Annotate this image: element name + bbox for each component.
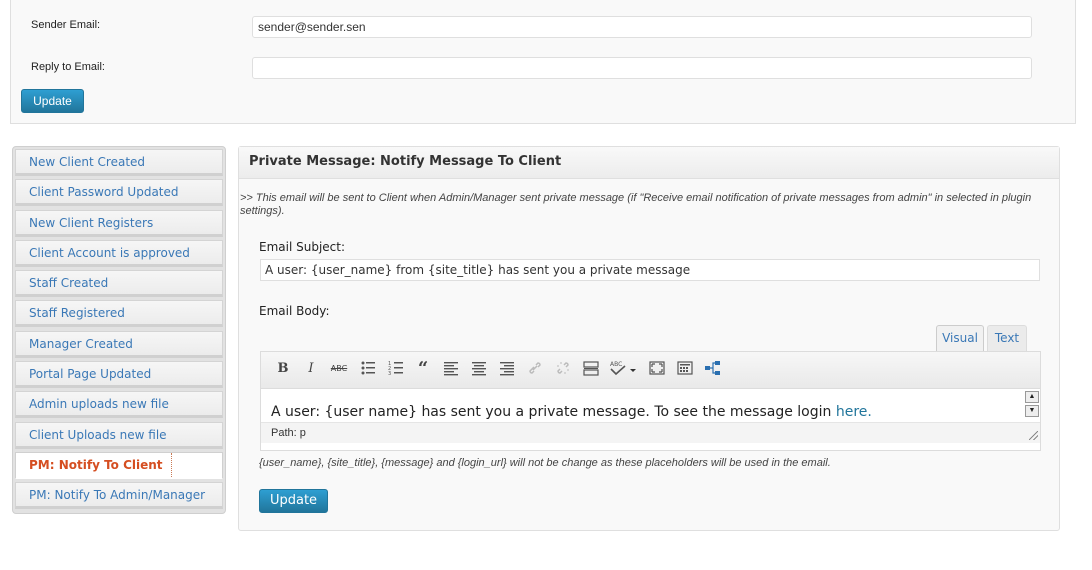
- sidebar-item-new-client-registers[interactable]: New Client Registers: [15, 209, 223, 237]
- notification-sidebar: New Client Created Client Password Updat…: [12, 146, 226, 514]
- spellcheck-icon[interactable]: ABC: [609, 360, 637, 378]
- numbered-list-icon[interactable]: 123: [386, 360, 406, 378]
- svg-text:ABC: ABC: [610, 361, 622, 368]
- reply-to-email-field[interactable]: [252, 57, 1032, 79]
- element-path: Path: p: [271, 427, 306, 439]
- focus-outline: [171, 452, 172, 478]
- sidebar-item-pm-notify-to-client[interactable]: PM: Notify To Client: [15, 451, 223, 479]
- fullscreen-icon[interactable]: [647, 360, 667, 378]
- align-right-icon[interactable]: [497, 360, 517, 378]
- align-center-icon[interactable]: [469, 360, 489, 378]
- login-link[interactable]: here.: [836, 404, 872, 420]
- strikethrough-icon[interactable]: ABC: [329, 360, 349, 378]
- sidebar-item-portal-page-updated[interactable]: Portal Page Updated: [15, 361, 223, 389]
- editor-content[interactable]: A user: {user name} has sent you a priva…: [261, 389, 1021, 422]
- sidebar-item-client-password-updated[interactable]: Client Password Updated: [15, 179, 223, 207]
- unlink-icon[interactable]: [553, 360, 573, 378]
- svg-text:3: 3: [388, 371, 391, 376]
- sidebar-item-manager-created[interactable]: Manager Created: [15, 330, 223, 358]
- panel-title: Private Message: Notify Message To Clien…: [239, 147, 1059, 179]
- settings-update-button[interactable]: Update: [21, 89, 84, 113]
- sidebar-item-label: PM: Notify To Client: [29, 457, 163, 472]
- resize-handle[interactable]: [1029, 431, 1038, 440]
- sidebar-item-client-uploads-new-file[interactable]: Client Uploads new file: [15, 421, 223, 449]
- toolbar-toggle-icon[interactable]: [675, 360, 695, 378]
- bullet-list-icon[interactable]: [358, 360, 378, 378]
- scroll-up-button[interactable]: ▲: [1025, 391, 1039, 403]
- italic-icon[interactable]: I: [301, 360, 321, 378]
- sidebar-item-new-client-created[interactable]: New Client Created: [15, 149, 223, 176]
- panel-description: >> This email will be sent to Client whe…: [240, 192, 1032, 217]
- align-left-icon[interactable]: [441, 360, 461, 378]
- template-update-button[interactable]: Update: [259, 489, 328, 513]
- sidebar-item-client-account-approved[interactable]: Client Account is approved: [15, 239, 223, 267]
- sidebar-item-staff-created[interactable]: Staff Created: [15, 270, 223, 298]
- editor-toolbar: B I ABC 123 “ ABC: [261, 352, 1040, 389]
- editor-path-bar: Path: p: [261, 422, 1040, 443]
- email-subject-field[interactable]: [260, 259, 1040, 281]
- email-settings-panel: Sender Email: Reply to Email: Update: [10, 0, 1076, 124]
- email-body-editor: B I ABC 123 “ ABC A user: {user name} ha…: [260, 351, 1041, 451]
- body-text: A user: {user name} has sent you a priva…: [271, 404, 836, 420]
- email-body-label: Email Body:: [259, 304, 330, 318]
- blockquote-icon[interactable]: “: [413, 360, 433, 378]
- tab-text[interactable]: Text: [987, 325, 1027, 351]
- link-icon[interactable]: [525, 360, 545, 378]
- bold-icon[interactable]: B: [273, 360, 293, 378]
- insert-more-icon[interactable]: [581, 360, 601, 378]
- placeholder-note: {user_name}, {site_title}, {message} and…: [259, 457, 831, 469]
- placeholder-tree-icon[interactable]: [703, 360, 723, 378]
- template-editor-panel: Private Message: Notify Message To Clien…: [238, 146, 1060, 531]
- reply-to-email-label: Reply to Email:: [31, 61, 105, 73]
- tab-visual[interactable]: Visual: [936, 325, 984, 351]
- sender-email-field[interactable]: [252, 16, 1032, 38]
- sidebar-item-pm-notify-to-admin-manager[interactable]: PM: Notify To Admin/Manager: [15, 482, 223, 510]
- sender-email-label: Sender Email:: [31, 19, 101, 31]
- email-subject-label: Email Subject:: [259, 240, 346, 254]
- sidebar-item-staff-registered[interactable]: Staff Registered: [15, 300, 223, 328]
- scroll-down-button[interactable]: ▼: [1025, 405, 1039, 417]
- sidebar-item-admin-uploads-new-file[interactable]: Admin uploads new file: [15, 391, 223, 419]
